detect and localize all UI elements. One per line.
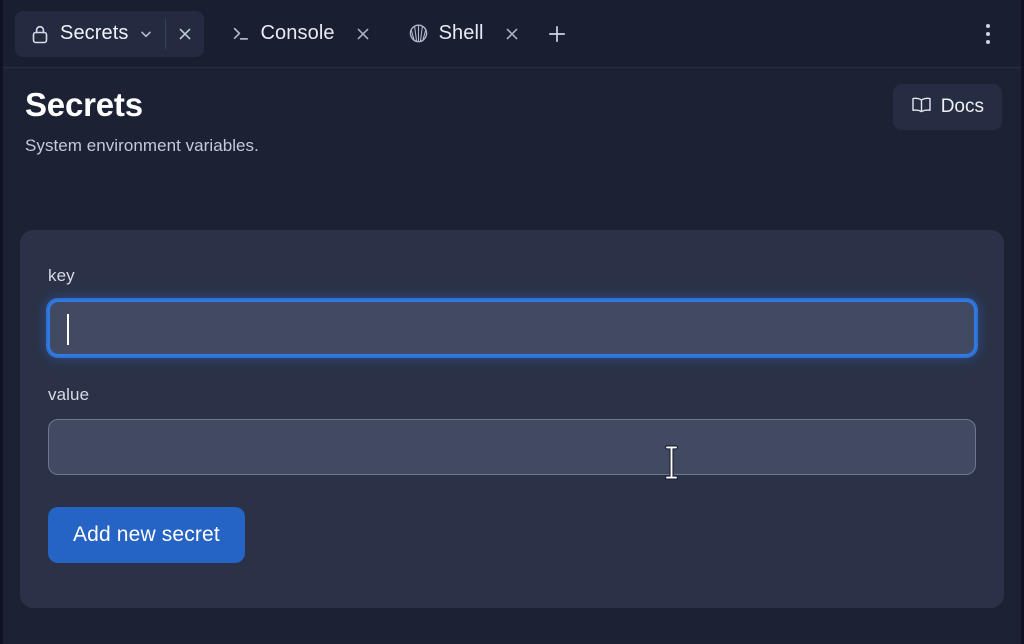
tab-secrets-close-icon[interactable] <box>168 17 202 51</box>
tab-console[interactable]: Console <box>216 11 382 57</box>
tab-shell-label: Shell <box>438 22 484 44</box>
secret-form-card: key value Add new secret <box>20 230 1004 608</box>
add-new-secret-button[interactable]: Add new secret <box>48 507 245 563</box>
add-tab-button[interactable] <box>539 16 575 52</box>
value-input[interactable] <box>48 419 976 475</box>
tab-shell[interactable]: Shell <box>394 11 531 57</box>
tab-divider <box>164 18 166 49</box>
field-spacer <box>48 356 976 385</box>
add-new-secret-button-label: Add new secret <box>73 523 220 546</box>
page-subtitle: System environment variables. <box>25 135 259 155</box>
tab-secrets[interactable]: Secrets <box>15 10 204 57</box>
chevron-down-icon[interactable] <box>135 23 157 45</box>
key-field-label: key <box>48 266 75 285</box>
plus-icon <box>548 25 565 42</box>
page-header: Secrets System environment variables. Do… <box>3 69 1021 156</box>
key-input[interactable] <box>48 300 976 356</box>
lock-icon <box>29 23 51 45</box>
docs-button[interactable]: Docs <box>892 84 1002 130</box>
text-caret <box>67 314 69 345</box>
book-icon <box>911 96 932 119</box>
tab-secrets-label: Secrets <box>60 22 129 44</box>
docs-button-label: Docs <box>940 96 984 117</box>
kebab-menu-icon[interactable] <box>971 14 1005 54</box>
tab-console-close-icon[interactable] <box>346 17 380 51</box>
seashell-icon <box>408 23 430 45</box>
value-field-label: value <box>48 385 90 404</box>
app-window: Secrets Console Shell Secrets System env… <box>0 0 1024 644</box>
terminal-prompt-icon <box>230 23 252 45</box>
tab-bar: Secrets Console Shell <box>3 0 1021 68</box>
tab-console-label: Console <box>260 22 335 44</box>
tab-shell-close-icon[interactable] <box>495 17 529 51</box>
page-body: Secrets System environment variables. Do… <box>3 69 1021 644</box>
page-title: Secrets <box>25 86 143 123</box>
